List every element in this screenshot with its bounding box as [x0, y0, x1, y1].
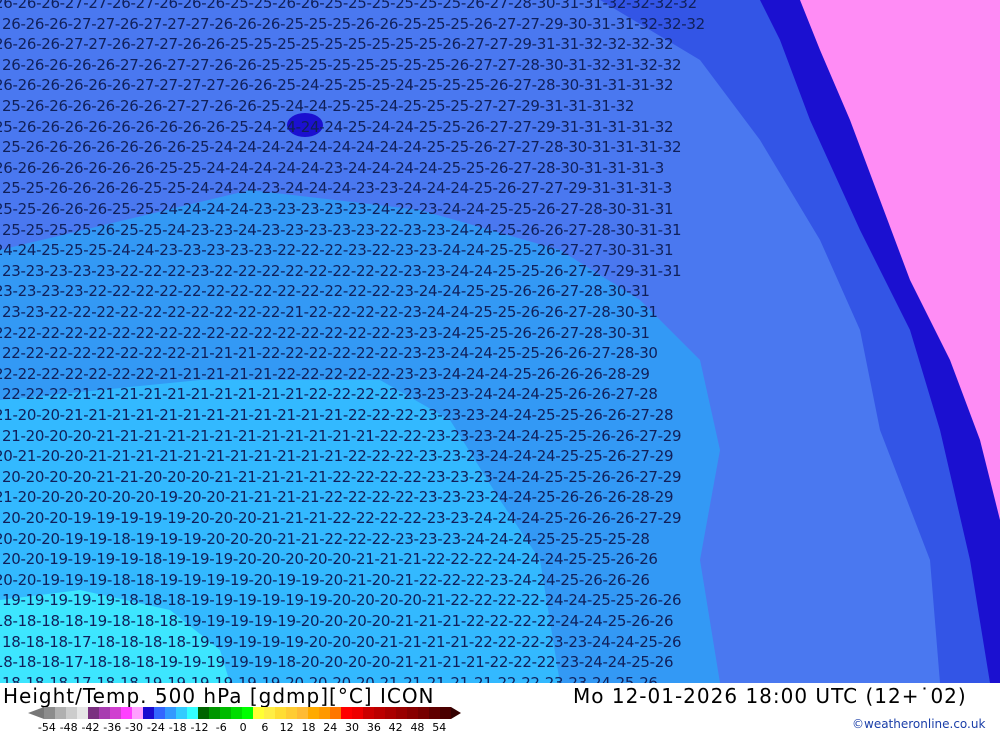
- contour-label-row: 26-26-26-26-26-27-26-27-27-26-26-25-25-2…: [2, 55, 682, 74]
- scale-swatch: [264, 707, 275, 719]
- contour-label-row: 19-19-19-19-19-18-18-18-19-19-19-19-19-1…: [2, 591, 682, 610]
- scale-swatch: [88, 707, 99, 719]
- contour-label-row: 21-20-20-20-20-20-20-19-20-20-21-21-21-2…: [0, 488, 674, 507]
- scale-tick: 12: [279, 721, 294, 734]
- scale-swatch: [242, 707, 253, 719]
- scale-swatch: [319, 707, 330, 719]
- contour-label-row: 23-23-22-22-22-22-22-22-22-22-22-22-21-2…: [2, 303, 658, 321]
- scale-swatch: [297, 707, 308, 719]
- scale-swatch: [99, 707, 110, 719]
- scale-tick: 18: [301, 721, 316, 734]
- scale-swatch: [143, 707, 154, 719]
- scale-tick: -12: [190, 721, 209, 734]
- scale-swatch: [121, 707, 132, 719]
- scale-tick: -6: [215, 721, 227, 734]
- scale-swatch: [132, 707, 143, 719]
- scale-swatch: [198, 707, 209, 719]
- contour-label-row: 18-18-18-17-18-18-18-18-19-19-19-19-19-2…: [2, 632, 682, 651]
- contour-label-row: 26-26-26-27-27-26-27-27-27-26-26-26-25-2…: [2, 14, 705, 33]
- color-scale: [28, 707, 461, 719]
- scale-swatch: [187, 707, 198, 719]
- scale-tick: -48: [59, 721, 78, 734]
- contour-label-row: 23-23-23-23-23-22-22-22-23-22-22-22-22-2…: [2, 261, 682, 280]
- contour-label-row: 20-20-20-19-19-18-19-19-19-20-20-20-21-2…: [0, 529, 650, 548]
- scale-swatch: [165, 707, 176, 719]
- scale-swatch: [374, 707, 385, 719]
- contour-label-row: 22-22-22-22-22-22-22-21-21-21-21-21-22-2…: [0, 364, 650, 383]
- scale-swatch: [110, 707, 121, 719]
- contour-label-row: 25-25-26-26-26-25-25-24-24-24-24-23-23-2…: [0, 200, 674, 218]
- scale-swatch: [286, 707, 297, 719]
- scale-swatch: [429, 707, 440, 719]
- scale-swatch: [341, 707, 352, 719]
- scale-swatch: [396, 707, 407, 719]
- contour-label-row: 26-26-26-27-27-26-27-26-26-26-25-25-26-2…: [0, 0, 697, 12]
- scale-swatch: [418, 707, 429, 719]
- contour-label-row: 25-26-26-26-26-26-26-26-25-24-24-24-24-2…: [2, 138, 682, 157]
- scale-swatch: [440, 707, 451, 719]
- scale-swatch: [275, 707, 286, 719]
- scale-tick: 24: [323, 721, 338, 734]
- contour-label-row: 22-22-22-22-22-22-22-22-22-22-22-22-22-2…: [0, 323, 650, 342]
- scale-swatch: [55, 707, 66, 719]
- scale-swatch: [308, 707, 319, 719]
- contour-label-row: 20-20-19-19-19-18-18-19-19-19-19-20-19-1…: [0, 570, 650, 589]
- scale-tick: -18: [168, 721, 187, 734]
- scale-swatch: [385, 707, 396, 719]
- scale-swatch: [176, 707, 187, 719]
- scale-tick: -36: [103, 721, 122, 734]
- contour-label-row: 25-25-25-25-26-25-25-24-23-23-24-23-23-2…: [2, 220, 682, 239]
- contour-label-row: 22-22-22-22-22-22-22-22-21-21-21-22-22-2…: [2, 344, 658, 363]
- scale-tick: 6: [261, 721, 269, 734]
- contour-label-row: 23-23-23-23-22-22-22-22-22-22-22-22-22-2…: [0, 282, 650, 301]
- scale-arrow-right: [451, 707, 461, 719]
- contour-label-row: 26-26-26-26-26-26-27-27-27-27-26-26-25-2…: [0, 76, 674, 95]
- contour-label-row: 24-24-25-25-25-24-24-23-23-23-23-23-22-2…: [0, 241, 674, 260]
- scale-swatch: [352, 707, 363, 719]
- scale-tick: -54: [37, 721, 56, 734]
- contour-label-row: 26-26-26-26-26-26-26-25-25-24-24-24-24-2…: [0, 158, 665, 177]
- scale-tick: 42: [388, 721, 403, 734]
- scale-ticks: -54 -48 -42 -36 -30 -24 -18 -12 -6 0 6 12 18 24 30 36 42…: [36, 721, 450, 734]
- contour-label-row: 18-18-18-18-19-18-18-18-19-19-19-19-19-2…: [0, 612, 674, 630]
- contour-label-row: 22-22-22-21-21-21-21-21-21-21-21-21-21-2…: [2, 385, 658, 404]
- scale-tick: 54: [432, 721, 447, 734]
- scale-tick: 36: [366, 721, 381, 734]
- scale-swatch: [363, 707, 374, 719]
- scale-swatch: [253, 707, 264, 719]
- contour-label-row: 20-20-20-19-19-19-19-19-20-20-20-21-21-2…: [2, 509, 682, 527]
- credit-link[interactable]: ©weatheronline.co.uk: [852, 717, 985, 731]
- contour-label-row: 20-20-19-19-19-19-18-19-19-19-20-20-20-2…: [2, 550, 658, 569]
- contour-label-row: 25-25-26-26-26-26-25-25-24-24-24-23-24-2…: [2, 179, 673, 198]
- scale-swatch: [44, 707, 55, 719]
- scale-swatch: [209, 707, 220, 719]
- scale-tick: 0: [239, 721, 247, 734]
- scale-swatch: [231, 707, 242, 719]
- scale-tick: -42: [81, 721, 100, 734]
- contour-label-row: 26-26-26-27-27-26-27-27-26-26-25-25-25-2…: [0, 35, 674, 54]
- weather-map: 26-26-26-27-27-26-27-26-26-26-25-25-26-2…: [0, 0, 1000, 683]
- scale-tick: -30: [125, 721, 144, 734]
- contour-label-row: 20-20-20-20-21-21-20-20-20-21-21-21-21-2…: [2, 467, 682, 486]
- contour-label-row: 21-20-20-21-21-21-21-21-21-21-21-21-21-2…: [0, 406, 674, 424]
- map-title: Height/Temp. 500 hPa [gdmp][°C] ICON: [3, 684, 435, 708]
- scale-swatch: [154, 707, 165, 719]
- contour-label-row: 20-21-20-20-21-21-21-21-21-21-21-21-21-2…: [0, 447, 674, 466]
- contour-label-row: 18-18-18-17-18-18-19-19-19-19-19-19-20-2…: [2, 673, 658, 683]
- contour-label-row: 25-26-26-26-26-26-26-26-26-26-25-24-24-2…: [0, 117, 674, 136]
- scale-tick: -24: [146, 721, 165, 734]
- scale-swatch: [77, 707, 88, 719]
- scale-swatch: [66, 707, 77, 719]
- scale-swatch: [220, 707, 231, 719]
- scale-tick: 30: [345, 721, 360, 734]
- scale-swatch: [330, 707, 341, 719]
- contour-label-row: 18-18-18-17-18-18-18-19-19-19-19-19-18-2…: [0, 653, 674, 672]
- valid-time: Mo 12-01-2026 18:00 UTC (12+˙02): [573, 684, 967, 708]
- scale-arrow-left: [28, 707, 44, 719]
- contour-label-row: 21-20-20-20-21-21-21-21-21-21-21-21-21-2…: [2, 426, 682, 445]
- scale-tick: 48: [410, 721, 425, 734]
- contour-label-row: 25-26-26-26-26-26-26-27-27-26-26-25-24-2…: [2, 97, 635, 115]
- scale-swatch: [407, 707, 418, 719]
- map-footer: Height/Temp. 500 hPa [gdmp][°C] ICON Mo …: [0, 683, 1000, 734]
